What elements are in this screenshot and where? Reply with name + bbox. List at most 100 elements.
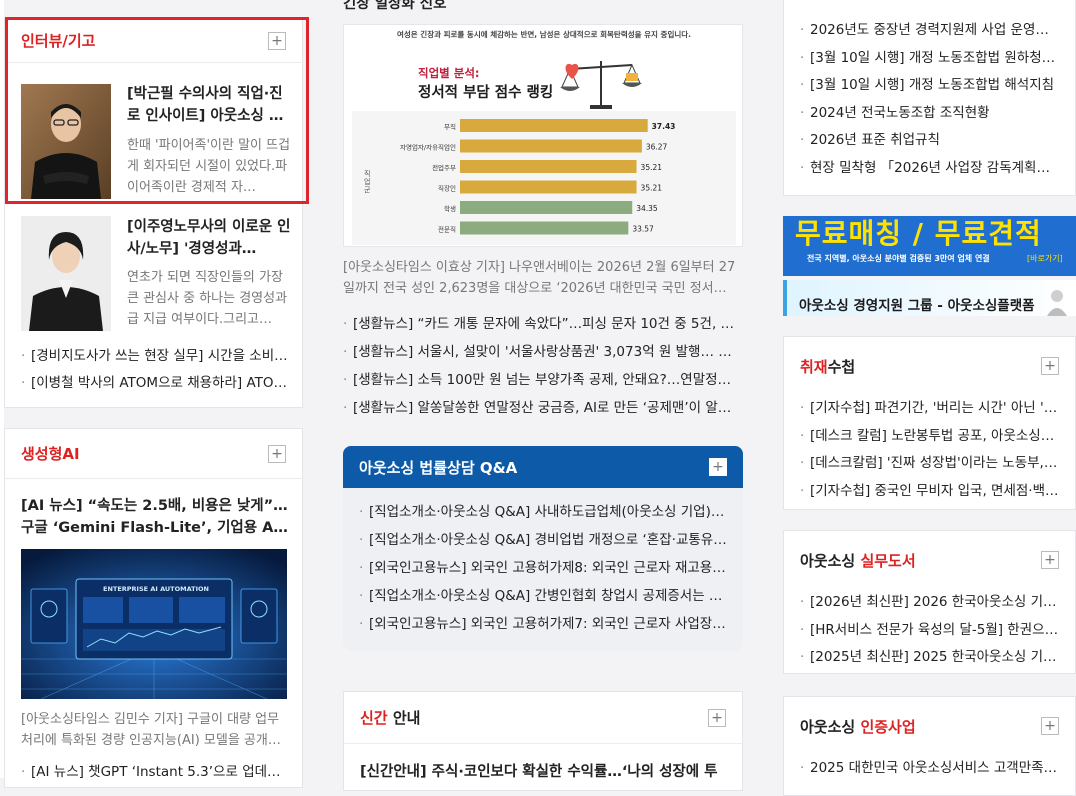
list-item[interactable]: [경비지도사가 쓰는 현장 실무] 시간을 소비… xyxy=(21,343,291,370)
bar-category-label: 직장인 xyxy=(438,184,456,193)
books-list: [2026년 최신판] 2026 한국아웃소싱 기업… [HR서비스 전문가 육… xyxy=(784,589,1075,672)
scale-heart-icon xyxy=(560,61,642,109)
qa-panel-header: 아웃소싱 법률상담 Q&A + xyxy=(343,446,743,488)
list-item[interactable]: [2025년 최신판] 2025 한국아웃소싱 기업… xyxy=(800,644,1059,672)
life-news-list: [생활뉴스] “카드 개통 문자에 속았다”…피싱 문자 10건 중 5건, 금… xyxy=(343,310,741,422)
ai-panel-header: 생성형AI + xyxy=(5,429,302,479)
ai-headline[interactable]: [AI 뉴스] “속도는 2.5배, 비용은 낮게”… 구글 ‘Gemini F… xyxy=(21,495,293,539)
platform-banner[interactable]: 아웃소싱 경영지원 그룹 - 아웃소싱플랫폼 xyxy=(783,280,1076,316)
ai-panel: 생성형AI + [AI 뉴스] “속도는 2.5배, 비용은 낮게”… 구글 ‘… xyxy=(4,428,303,788)
list-item[interactable]: [외국인고용뉴스] 외국인 고용허가제8: 외국인 근로자 재고용·… xyxy=(359,554,727,582)
cert-panel-title[interactable]: 아웃소싱 인증사업 xyxy=(800,716,916,737)
chart-image[interactable]: 여성은 긴장과 피로를 동시에 체감하는 반면, 남성은 상대적으로 회복탄력성… xyxy=(343,24,743,247)
list-item[interactable]: 2025 대한민국 아웃소싱서비스 고객만족대… xyxy=(800,755,1059,783)
bar-value-label: 33.57 xyxy=(632,225,654,234)
cert-list: 2025 대한민국 아웃소싱서비스 고객만족대… xyxy=(784,755,1075,783)
list-item[interactable]: [직업소개소·아웃소싱 Q&A] 경비업법 개정으로 ‘혼잡·교통유도… xyxy=(359,526,727,554)
highlight-frame xyxy=(5,17,309,204)
cert-panel: 아웃소싱 인증사업 + 2025 대한민국 아웃소싱서비스 고객만족대… xyxy=(783,696,1076,796)
list-item[interactable]: 2026년 표준 취업규칙 xyxy=(800,127,1059,155)
chart-caption: 여성은 긴장과 피로를 동시에 체감하는 반면, 남성은 상대적으로 회복탄력성… xyxy=(396,30,691,39)
bar-value-label: 36.27 xyxy=(646,143,668,152)
banner-link[interactable]: [바로가기] xyxy=(1027,253,1063,264)
chart-tag: 직업별 분석: xyxy=(418,66,480,80)
list-item[interactable]: [3월 10일 시행] 개정 노동조합법 해석지침 xyxy=(800,72,1059,100)
ai-image-caption: ENTERPRISE AI AUTOMATION xyxy=(103,585,209,593)
bar xyxy=(460,139,642,153)
qa-panel: 아웃소싱 법률상담 Q&A + [직업소개소·아웃소싱 Q&A] 사내하도급업체… xyxy=(343,446,743,651)
notebook-panel-title[interactable]: 취재수첩 xyxy=(800,356,855,377)
bar-value-label: 37.43 xyxy=(652,122,676,131)
notice-list: 2026년도 중장년 경력지원제 사업 운영매… [3월 10일 시행] 개정 … xyxy=(784,0,1075,182)
bar-value-label: 35.21 xyxy=(641,184,663,193)
bar-value-label: 35.21 xyxy=(641,163,663,172)
list-item[interactable]: 2026년도 중장년 경력지원제 사업 운영매… xyxy=(800,17,1059,45)
ai-panel-title[interactable]: 생성형AI xyxy=(21,443,80,464)
news-summary[interactable]: [아웃소싱타임스 이효상 기자] 나우앤서베이는 2026년 2월 6일부터 2… xyxy=(343,257,741,299)
list-item[interactable]: [생활뉴스] 서울시, 설맞이 '서울사랑상품권' 3,073억 원 발행… 최… xyxy=(343,338,741,366)
top-heading[interactable]: 긴장 일상화 신호 xyxy=(343,0,743,13)
qa-list: [직업소개소·아웃소싱 Q&A] 사내하도급업체(아웃소싱 기업)와… [직업소… xyxy=(343,488,743,638)
notebook-panel-header: 취재수첩 + xyxy=(784,337,1075,395)
list-item[interactable]: [HR서비스 전문가 육성의 달-5월] 한권으로… xyxy=(800,617,1059,645)
bar xyxy=(460,160,637,173)
bar xyxy=(460,201,633,214)
article-thumbnail[interactable] xyxy=(21,216,111,331)
list-item[interactable]: 현장 밀착형 「2026년 사업장 감독계획」 … xyxy=(800,155,1059,183)
notebook-panel: 취재수첩 + [기자수첩] 파견기간, '버리는 시간' 아닌 '쌓… [데스크… xyxy=(783,336,1076,510)
list-item[interactable]: [기자수첩] 파견기간, '버리는 시간' 아닌 '쌓… xyxy=(800,395,1059,423)
notice-panel: 2026년도 중장년 경력지원제 사업 운영매… [3월 10일 시행] 개정 … xyxy=(783,0,1076,196)
list-item[interactable]: [생활뉴스] “카드 개통 문자에 속았다”…피싱 문자 10건 중 5건, 금… xyxy=(343,310,741,338)
qa-panel-title[interactable]: 아웃소싱 법률상담 Q&A xyxy=(359,457,517,478)
ai-list: [AI 뉴스] 챗GPT ‘Instant 5.3’으로 업데이트… xyxy=(21,759,291,785)
list-item[interactable]: 2024년 전국노동조합 조직현황 xyxy=(800,100,1059,128)
more-plus-icon[interactable]: + xyxy=(708,708,726,727)
newbook-panel-header: 신간 안내 + xyxy=(344,692,742,744)
bar xyxy=(460,221,629,235)
platform-banner-text: 아웃소싱 경영지원 그룹 - 아웃소싱플랫폼 xyxy=(799,298,1035,314)
list-item[interactable]: [AI 뉴스] 챗GPT ‘Instant 5.3’으로 업데이트… xyxy=(21,759,291,785)
banner-sub-text: 전국 지역별, 아웃소싱 분야별 검증된 3만여 업체 연결 xyxy=(807,254,990,263)
bar-category-label: 자영업자/자유직업인 xyxy=(400,143,456,152)
list-item[interactable]: [직업소개소·아웃소싱 Q&A] 간병인협회 창업시 공제증서는 어… xyxy=(359,582,727,610)
books-panel-header: 아웃소싱 실무도서 + xyxy=(784,531,1075,589)
bar-category-label: 전업주부 xyxy=(432,163,456,172)
matching-banner[interactable]: 무료매칭 / 무료견적 전국 지역별, 아웃소싱 분야별 검증된 3만여 업체 … xyxy=(783,216,1076,276)
article-list: [경비지도사가 쓰는 현장 실무] 시간을 소비… [이병철 박사의 ATOM으… xyxy=(21,343,291,397)
bar-category-label: 무직 xyxy=(444,122,456,131)
cert-panel-header: 아웃소싱 인증사업 + xyxy=(784,697,1075,755)
list-item[interactable]: [기자수첩] 중국인 무비자 입국, 면세점·백화… xyxy=(800,478,1059,506)
bar-category-label: 전문직 xyxy=(438,225,456,234)
more-plus-icon[interactable]: + xyxy=(268,444,286,463)
article-title[interactable]: [이주영노무사의 이로운 인사/노무] '경영성과… xyxy=(127,216,293,260)
books-panel-title[interactable]: 아웃소싱 실무도서 xyxy=(800,550,916,571)
list-item[interactable]: [3월 10일 시행] 개정 노동조합법 원하청 상… xyxy=(800,45,1059,73)
more-plus-icon[interactable]: + xyxy=(709,458,727,476)
more-plus-icon[interactable]: + xyxy=(1041,551,1059,569)
chart-title: 정서적 부담 점수 랭킹 xyxy=(418,85,554,101)
list-item[interactable]: [데스크 칼럼] 노란봉투법 공포, 아웃소싱업… xyxy=(800,423,1059,451)
ai-automation-image-icon xyxy=(21,549,287,699)
more-plus-icon[interactable]: + xyxy=(1041,357,1059,375)
notebook-list: [기자수첩] 파견기간, '버리는 시간' 아닌 '쌓… [데스크 칼럼] 노란… xyxy=(784,395,1075,505)
bar-category-label: 학생 xyxy=(444,204,456,213)
list-item[interactable]: [생활뉴스] 알쏭달쏭한 연말정산 궁금증, AI로 만든 ‘공제맨’이 알려줍… xyxy=(343,394,741,422)
ai-article-image[interactable]: ENTERPRISE AI AUTOMATION xyxy=(21,549,287,699)
list-item[interactable]: [데스크칼럼] '진짜 성장법'이라는 노동부, … xyxy=(800,450,1059,478)
bar-chart: 무직 37.43 자영업자/자유직업인 36.27 전업주부 35.21 직장인 35.21 학… xyxy=(400,119,676,235)
person-figure-icon xyxy=(1047,290,1067,316)
bar xyxy=(460,119,648,132)
more-plus-icon[interactable]: + xyxy=(1041,717,1059,735)
banner-main-text: 무료매칭 / 무료견적 xyxy=(795,217,1042,250)
list-item[interactable]: [이병철 박사의 ATOM으로 채용하라] ATO… xyxy=(21,370,291,397)
article-summary[interactable]: 연초가 되면 직장인들의 가장 큰 관심사 중 하나는 경영성과급 지급 여부이… xyxy=(127,267,293,330)
list-item[interactable]: [외국인고용뉴스] 외국인 고용허가제7: 외국인 근로자 사업장 … xyxy=(359,610,727,638)
bar xyxy=(460,180,637,194)
newbook-panel: 신간 안내 + [신간안내] 주식·코인보다 확실한 수익률…‘나의 성장에 투 xyxy=(343,691,743,791)
bar-value-label: 34.35 xyxy=(636,204,658,213)
list-item[interactable]: [생활뉴스] 소득 100만 원 넘는 부양가족 공제, 안돼요?…연말정산 오… xyxy=(343,366,741,394)
newbook-panel-title[interactable]: 신간 안내 xyxy=(360,707,420,728)
list-item[interactable]: [직업소개소·아웃소싱 Q&A] 사내하도급업체(아웃소싱 기업)와… xyxy=(359,498,727,526)
ai-summary[interactable]: [아웃소싱타임스 김민수 기자] 구글이 대량 업무 처리에 특화된 경량 인공… xyxy=(21,709,293,751)
list-item[interactable]: [2026년 최신판] 2026 한국아웃소싱 기업… xyxy=(800,589,1059,617)
